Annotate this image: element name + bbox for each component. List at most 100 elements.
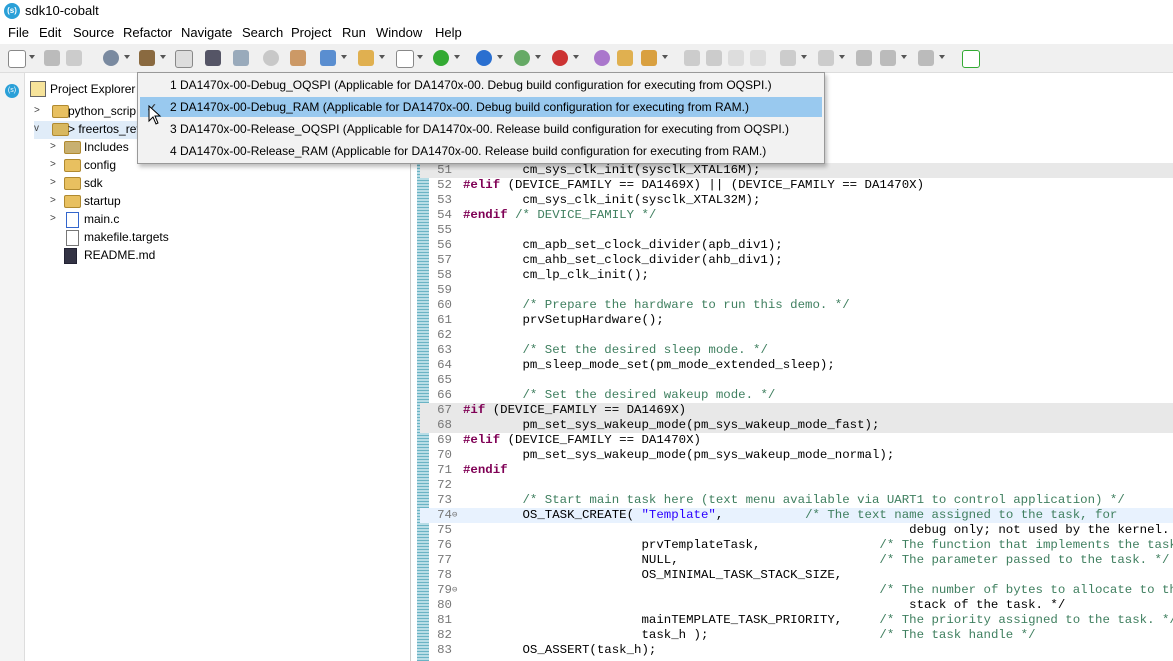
fold-toggle-icon[interactable]: ⊖: [452, 508, 457, 523]
external-tools-icon[interactable]: [552, 50, 568, 66]
code-line[interactable]: 63 /* Set the desired sleep mode. */: [420, 343, 1173, 358]
minimized-view-icon[interactable]: (s): [5, 84, 19, 98]
at-dropdown-arrow[interactable]: [497, 55, 503, 59]
collapse-icon[interactable]: v: [34, 123, 39, 134]
perspective-icon[interactable]: [594, 50, 610, 66]
menu-window[interactable]: Window: [376, 25, 422, 40]
expand-icon[interactable]: >: [50, 177, 56, 188]
code-line[interactable]: 66 /* Set the desired wakeup mode. */: [420, 388, 1173, 403]
code-line[interactable]: 52 #elif (DEVICE_FAMILY == DA1469X) || (D…: [420, 178, 1173, 193]
menu-run[interactable]: Run: [342, 25, 366, 40]
code-line[interactable]: 64 pm_sleep_mode_set(pm_mode_extended_sl…: [420, 358, 1173, 373]
menu-source[interactable]: Source: [73, 25, 114, 40]
code-line[interactable]: 75 debug only; not used by the kernel. *…: [420, 523, 1173, 538]
debug-disabled-icon[interactable]: [263, 50, 279, 66]
code-line[interactable]: 54 #endif /* DEVICE_FAMILY */: [420, 208, 1173, 223]
external-tools-dropdown-arrow[interactable]: [573, 55, 579, 59]
menu-project[interactable]: Project: [291, 25, 331, 40]
new-icon[interactable]: [8, 50, 26, 68]
forward-dropdown-arrow[interactable]: [939, 55, 945, 59]
code-line[interactable]: 51 cm_sys_clk_init(sysclk_XTAL16M);: [420, 163, 1173, 178]
code-line[interactable]: 67 #if (DEVICE_FAMILY == DA1469X): [420, 403, 1173, 418]
back-dropdown-arrow[interactable]: [901, 55, 907, 59]
console-icon[interactable]: [205, 50, 221, 66]
code-line[interactable]: 55: [420, 223, 1173, 238]
binary-icon[interactable]: [175, 50, 193, 68]
menu-help[interactable]: Help: [435, 25, 462, 40]
search-icon[interactable]: [641, 50, 657, 66]
code-line[interactable]: 74 ⊖ OS_TASK_CREATE( "Template", /* The t…: [420, 508, 1173, 523]
at-icon[interactable]: [476, 50, 492, 66]
code-line[interactable]: 69 #elif (DEVICE_FAMILY == DA1470X): [420, 433, 1173, 448]
build-config-item-3[interactable]: 3 DA1470x-00-Release_OQSPI (Applicable f…: [140, 119, 822, 139]
build-settings-dropdown-arrow[interactable]: [124, 55, 130, 59]
fold-toggle-icon[interactable]: ⊖: [452, 583, 457, 598]
back-icon[interactable]: [880, 50, 896, 66]
expand-icon[interactable]: >: [34, 105, 40, 116]
code-line[interactable]: 82 task_h ); /* The task handle */: [420, 628, 1173, 643]
run-dropdown-arrow[interactable]: [454, 55, 460, 59]
code-line[interactable]: 81 mainTEMPLATE_TASK_PRIORITY, /* The pr…: [420, 613, 1173, 628]
tree-item-freertos-retarget[interactable]: v > freertos_ret: [34, 121, 140, 139]
new-file-dropdown-arrow[interactable]: [417, 55, 423, 59]
code-line[interactable]: 59: [420, 283, 1173, 298]
next-annotation-icon[interactable]: [780, 50, 796, 66]
code-line[interactable]: 78 OS_MINIMAL_TASK_STACK_SIZE,: [420, 568, 1173, 583]
code-line[interactable]: 62: [420, 328, 1173, 343]
open-folder-icon[interactable]: [358, 50, 374, 66]
code-line[interactable]: 68 pm_set_sys_wakeup_mode(pm_sys_wakeup_…: [420, 418, 1173, 433]
build-config-item-2[interactable]: ✓ 2 DA1470x-00-Debug_RAM (Applicable for…: [140, 97, 822, 117]
build-config-item-1[interactable]: 1 DA1470x-00-Debug_OQSPI (Applicable for…: [140, 75, 822, 95]
search-dropdown-arrow[interactable]: [662, 55, 668, 59]
code-line[interactable]: 71 #endif: [420, 463, 1173, 478]
pin-editor-icon[interactable]: [962, 50, 980, 68]
code-line[interactable]: 80 stack of the task. */: [420, 598, 1173, 613]
new-file-icon[interactable]: [396, 50, 414, 68]
build-config-dropdown-arrow[interactable]: [160, 55, 166, 59]
code-line[interactable]: 57 cm_ahb_set_clock_divider(ahb_div1);: [420, 253, 1173, 268]
skip-breakpoints-icon[interactable]: [233, 50, 249, 66]
build-hammer-icon[interactable]: [139, 50, 155, 66]
annotation-icon[interactable]: [684, 50, 700, 66]
code-line[interactable]: 60 /* Prepare the hardware to run this d…: [420, 298, 1173, 313]
new-project-dropdown-arrow[interactable]: [341, 55, 347, 59]
toggle-mark-icon[interactable]: [706, 50, 722, 66]
menu-search[interactable]: Search: [242, 25, 283, 40]
code-line[interactable]: 73 /* Start main task here (text menu av…: [420, 493, 1173, 508]
menu-file[interactable]: File: [8, 25, 29, 40]
open-folder-dropdown-arrow[interactable]: [379, 55, 385, 59]
next-annotation-dropdown-arrow[interactable]: [801, 55, 807, 59]
code-line[interactable]: 72: [420, 478, 1173, 493]
build-settings-icon[interactable]: [103, 50, 119, 66]
new-dropdown-arrow[interactable]: [29, 55, 35, 59]
block-select-icon[interactable]: [728, 50, 744, 66]
prev-annotation-dropdown-arrow[interactable]: [839, 55, 845, 59]
expand-icon[interactable]: >: [50, 141, 56, 152]
menu-edit[interactable]: Edit: [39, 25, 61, 40]
menu-refactor[interactable]: Refactor: [123, 25, 172, 40]
code-line[interactable]: 70 pm_set_sys_wakeup_mode(pm_sys_wakeup_…: [420, 448, 1173, 463]
new-project-icon[interactable]: [320, 50, 336, 66]
project-explorer-title[interactable]: Project Explorer: [50, 82, 135, 96]
code-line[interactable]: 61 prvSetupHardware();: [420, 313, 1173, 328]
save-all-icon[interactable]: [66, 50, 82, 66]
debug-dropdown-arrow[interactable]: [535, 55, 541, 59]
build-config-item-4[interactable]: 4 DA1470x-00-Release_RAM (Applicable for…: [140, 141, 822, 161]
code-line[interactable]: 58 cm_lp_clk_init();: [420, 268, 1173, 283]
code-line[interactable]: 65: [420, 373, 1173, 388]
run-icon[interactable]: [433, 50, 449, 66]
open-resource-icon[interactable]: [617, 50, 633, 66]
expand-icon[interactable]: >: [50, 213, 56, 224]
forward-icon[interactable]: [918, 50, 934, 66]
code-line[interactable]: 53 cm_sys_clk_init(sysclk_XTAL32M);: [420, 193, 1173, 208]
menu-navigate[interactable]: Navigate: [181, 25, 232, 40]
configure-icon[interactable]: [290, 50, 306, 66]
save-icon[interactable]: [44, 50, 60, 66]
code-line[interactable]: 76 prvTemplateTask, /* The function that…: [420, 538, 1173, 553]
expand-icon[interactable]: >: [50, 159, 56, 170]
code-line[interactable]: 56 cm_apb_set_clock_divider(apb_div1);: [420, 238, 1173, 253]
last-edit-icon[interactable]: [856, 50, 872, 66]
debug-bug-icon[interactable]: [514, 50, 530, 66]
code-line[interactable]: 83 OS_ASSERT(task_h);: [420, 643, 1173, 658]
expand-icon[interactable]: >: [50, 195, 56, 206]
